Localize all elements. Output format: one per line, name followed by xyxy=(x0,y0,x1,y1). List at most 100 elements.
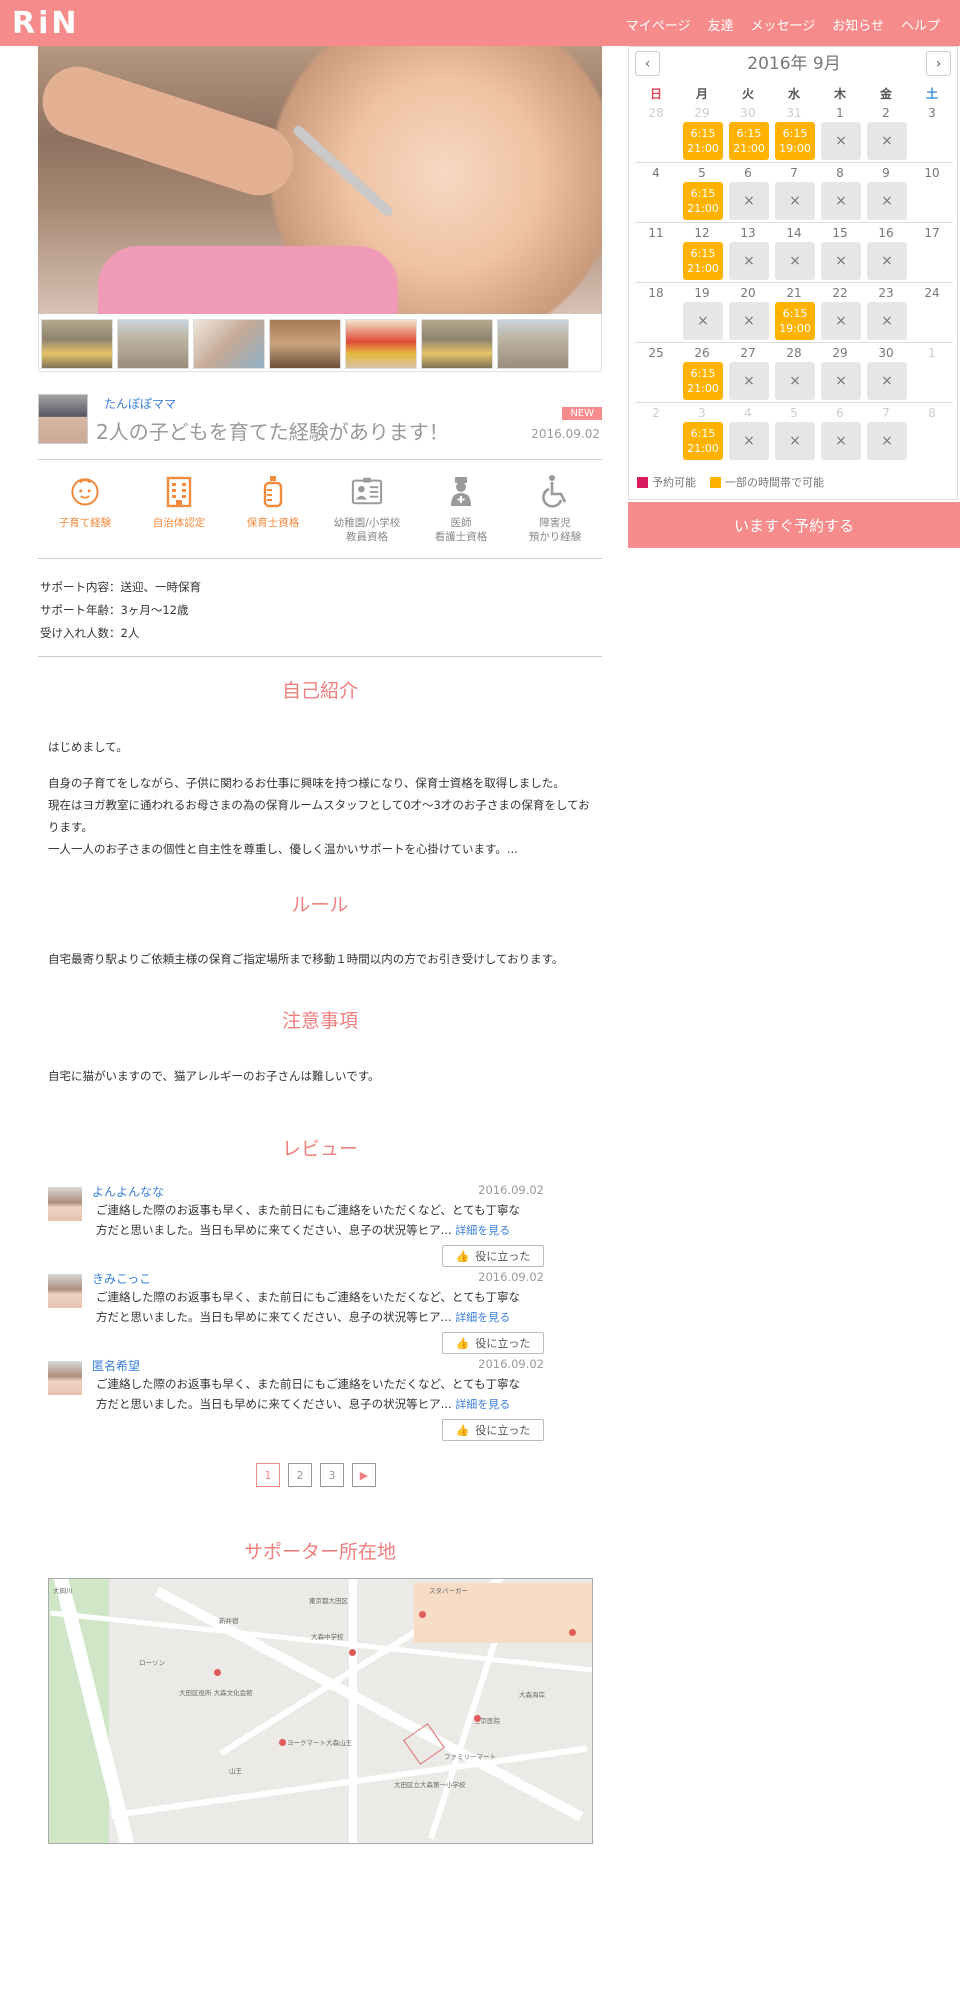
thumbnail-6[interactable] xyxy=(421,319,493,369)
day-number: 2 xyxy=(652,406,660,420)
slot-start-time: 6:15 xyxy=(690,127,716,140)
helpful-button[interactable]: 👍 役に立った xyxy=(442,1245,544,1267)
available-slot[interactable]: 6:15 21:00 xyxy=(683,362,723,400)
nav-help[interactable]: ヘルプ xyxy=(901,15,940,34)
available-slot[interactable]: 6:15 21:00 xyxy=(683,422,723,460)
available-slot[interactable]: 6:15 21:00 xyxy=(683,122,723,160)
qualification-icons: 子育て経験 自治体認定 保育士資格 幼稚園/小学校 教員資格 医師 看護士資格 障害… xyxy=(38,470,602,558)
reviewer-avatar[interactable] xyxy=(48,1274,82,1308)
calendar-day: 13 × xyxy=(725,223,771,281)
day-number: 4 xyxy=(652,166,660,180)
page-3-button[interactable]: 3 xyxy=(320,1463,344,1487)
calendar-day: 29 × xyxy=(817,343,863,401)
unavailable-slot: × xyxy=(821,182,861,220)
day-number: 11 xyxy=(648,226,664,240)
day-number: 20 xyxy=(740,286,756,300)
calendar-day: 3 6:15 21:00 xyxy=(679,403,725,461)
helpful-button[interactable]: 👍 役に立った xyxy=(442,1419,544,1441)
unavailable-slot: × xyxy=(821,242,861,280)
calendar-day: 18 xyxy=(633,283,679,341)
close-icon: × xyxy=(743,252,755,269)
map-pin-icon xyxy=(279,1739,286,1746)
thumbnail-7[interactable] xyxy=(497,319,569,369)
available-slot[interactable]: 6:15 21:00 xyxy=(683,242,723,280)
calendar-day: 4 × xyxy=(725,403,771,461)
close-icon: × xyxy=(881,372,893,389)
nav-messages[interactable]: メッセージ xyxy=(750,15,815,34)
legend-available-label: 予約可能 xyxy=(652,476,696,489)
reviewer-name[interactable]: 匿名希望 xyxy=(92,1357,140,1374)
reviewer-name[interactable]: きみこっこ xyxy=(92,1270,151,1287)
unavailable-slot: × xyxy=(775,242,815,280)
close-icon: × xyxy=(743,432,755,449)
author-name[interactable]: たんぽぽママ xyxy=(104,395,176,412)
intro-greeting: はじめまして。 xyxy=(48,740,128,754)
availability-calendar: ‹ 2016年 9月 › 日月火水木金土 28 29 6:15 21:00 30 6:15 2… xyxy=(628,46,958,500)
close-icon: × xyxy=(835,252,847,269)
calendar-next-button[interactable]: › xyxy=(926,51,951,76)
day-number: 24 xyxy=(924,286,940,300)
calendar-day: 30 × xyxy=(863,343,909,401)
calendar-day: 22 × xyxy=(817,283,863,341)
author-avatar[interactable] xyxy=(38,394,88,444)
reviewer-avatar[interactable] xyxy=(48,1361,82,1395)
unavailable-slot: × xyxy=(775,362,815,400)
review-more-link[interactable]: 詳細を見る xyxy=(455,1398,510,1411)
calendar-day: 28 × xyxy=(771,343,817,401)
qual-label: 子育て経験 xyxy=(58,517,112,529)
support-age: サポート年齢：3ヶ月〜12歳 xyxy=(40,603,189,617)
day-number: 5 xyxy=(790,406,798,420)
map-label: 東京都大田区 xyxy=(309,1597,348,1605)
review-more-link[interactable]: 詳細を見る xyxy=(455,1224,510,1237)
page-2-button[interactable]: 2 xyxy=(288,1463,312,1487)
thumbnail-5[interactable] xyxy=(345,319,417,369)
map-label: 大田区役所 大森文化会館 xyxy=(179,1689,253,1697)
calendar-day: 1 xyxy=(909,343,955,401)
support-capacity: 受け入れ人数：2人 xyxy=(40,626,140,640)
slot-end-time: 21:00 xyxy=(687,262,719,275)
unavailable-slot: × xyxy=(867,362,907,400)
unavailable-slot: × xyxy=(867,242,907,280)
weekday-header: 月 xyxy=(695,87,708,101)
calendar-day: 24 xyxy=(909,283,955,341)
thumbnail-1[interactable] xyxy=(41,319,113,369)
nav-friends[interactable]: 友達 xyxy=(707,15,733,34)
slot-start-time: 6:15 xyxy=(690,247,716,260)
reviewer-avatar[interactable] xyxy=(48,1187,82,1221)
map-label: 山王 xyxy=(229,1767,242,1775)
map-label: スタバーガー xyxy=(429,1587,468,1595)
unavailable-slot: × xyxy=(729,362,769,400)
available-slot[interactable]: 6:15 21:00 xyxy=(683,182,723,220)
day-number: 17 xyxy=(924,226,940,240)
divider xyxy=(38,459,602,460)
rin-logo[interactable]: RiN xyxy=(12,6,80,41)
slot-start-time: 6:15 xyxy=(736,127,762,140)
day-number: 5 xyxy=(698,166,706,180)
close-icon: × xyxy=(743,372,755,389)
book-now-button[interactable]: いますぐ予約する xyxy=(628,502,960,548)
baby-bottle-icon xyxy=(257,474,289,508)
photo-hand xyxy=(38,57,303,205)
nav-mypage[interactable]: マイページ xyxy=(626,15,691,34)
thumbnail-3[interactable] xyxy=(193,319,265,369)
nav-news[interactable]: お知らせ xyxy=(832,15,884,34)
day-number: 28 xyxy=(648,106,664,120)
calendar-day: 30 6:15 21:00 xyxy=(725,103,771,161)
page-1-button[interactable]: 1 xyxy=(256,1463,280,1487)
building-icon xyxy=(163,474,195,508)
location-map[interactable]: 大岡川 東京都大田区 大森中学校 ローソン 大田区役所 大森文化会館 ヨークマー… xyxy=(48,1578,593,1844)
next-page-button[interactable]: ▶ xyxy=(352,1463,376,1487)
available-slot[interactable]: 6:15 19:00 xyxy=(775,302,815,340)
unavailable-slot: × xyxy=(821,122,861,160)
reviewer-name[interactable]: よんよんなな xyxy=(92,1183,164,1200)
thumbnail-2[interactable] xyxy=(117,319,189,369)
helpful-button[interactable]: 👍 役に立った xyxy=(442,1332,544,1354)
calendar-day: 2 × xyxy=(863,103,909,161)
close-icon: × xyxy=(789,252,801,269)
available-slot[interactable]: 6:15 19:00 xyxy=(775,122,815,160)
qual-teacher: 幼稚園/小学校 教員資格 xyxy=(320,470,414,544)
available-slot[interactable]: 6:15 21:00 xyxy=(729,122,769,160)
review-more-link[interactable]: 詳細を見る xyxy=(455,1311,510,1324)
day-number: 26 xyxy=(694,346,710,360)
thumbnail-4[interactable] xyxy=(269,319,341,369)
